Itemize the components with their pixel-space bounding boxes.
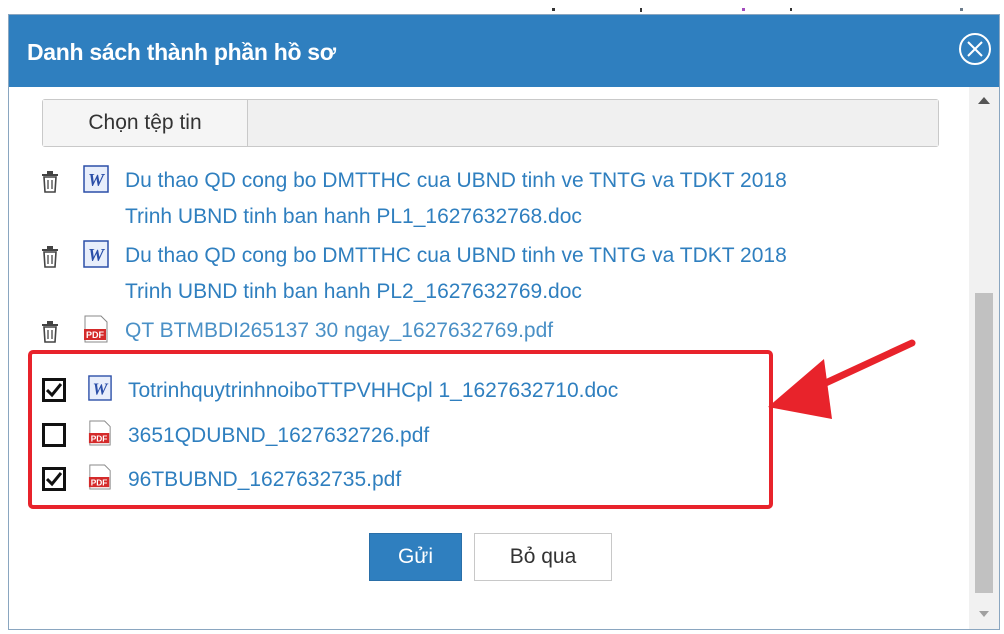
uploaded-file-item: W Du thao QD cong bo DMTTHC cua UBND tin… bbox=[41, 163, 941, 238]
background-page-strip bbox=[0, 0, 1004, 14]
word-icon: W bbox=[83, 240, 109, 268]
dialog-content: Chọn tệp tin W Du thao QD cong bo DMTTHC… bbox=[9, 87, 967, 629]
trash-icon[interactable] bbox=[41, 321, 59, 343]
send-button[interactable]: Gửi bbox=[369, 533, 462, 581]
trash-icon[interactable] bbox=[41, 171, 59, 193]
red-arrow-annotation bbox=[768, 339, 916, 419]
scroll-up-arrow-icon[interactable] bbox=[969, 87, 999, 117]
background-mark bbox=[552, 8, 555, 11]
scrollbar-thumb[interactable] bbox=[975, 293, 993, 593]
pdf-icon: PDF bbox=[84, 315, 108, 343]
file-name-line: QT BTMBDI265137 30 ngay_1627632769.pdf bbox=[125, 319, 554, 342]
word-icon: W bbox=[83, 165, 109, 193]
uploaded-file-item: W Du thao QD cong bo DMTTHC cua UBND tin… bbox=[41, 238, 941, 313]
file-name-line: Trinh UBND tinh ban hanh PL2_1627632769.… bbox=[125, 280, 582, 303]
background-mark bbox=[960, 8, 963, 11]
background-mark bbox=[640, 8, 642, 12]
uploaded-file-link[interactable]: Du thao QD cong bo DMTTHC cua UBND tinh … bbox=[125, 163, 787, 235]
svg-text:PDF: PDF bbox=[86, 330, 105, 340]
file-name-display[interactable] bbox=[248, 100, 938, 146]
highlight-box bbox=[28, 350, 773, 509]
uploaded-file-list: W Du thao QD cong bo DMTTHC cua UBND tin… bbox=[41, 163, 941, 353]
svg-text:W: W bbox=[88, 245, 106, 265]
file-name-line: Du thao QD cong bo DMTTHC cua UBND tinh … bbox=[125, 244, 787, 267]
background-mark bbox=[742, 8, 745, 11]
file-picker: Chọn tệp tin bbox=[42, 99, 939, 147]
uploaded-file-link[interactable]: QT BTMBDI265137 30 ngay_1627632769.pdf bbox=[125, 313, 553, 349]
vertical-scrollbar[interactable] bbox=[969, 87, 999, 629]
dialog-titlebar: Danh sách thành phần hồ sơ bbox=[9, 15, 999, 87]
file-list-dialog: Danh sách thành phần hồ sơ Chọn tệp tin bbox=[8, 14, 1000, 630]
close-circle-icon bbox=[959, 33, 991, 65]
trash-icon[interactable] bbox=[41, 246, 59, 268]
background-mark bbox=[790, 8, 792, 11]
file-name-line: Trinh UBND tinh ban hanh PL1_1627632768.… bbox=[125, 205, 582, 228]
scroll-down-arrow-icon[interactable] bbox=[969, 599, 999, 629]
svg-text:W: W bbox=[88, 170, 106, 190]
dialog-title: Danh sách thành phần hồ sơ bbox=[27, 39, 336, 65]
uploaded-file-link[interactable]: Du thao QD cong bo DMTTHC cua UBND tinh … bbox=[125, 238, 787, 310]
file-name-line: Du thao QD cong bo DMTTHC cua UBND tinh … bbox=[125, 169, 787, 192]
close-button[interactable] bbox=[955, 29, 995, 69]
skip-button[interactable]: Bỏ qua bbox=[474, 533, 612, 581]
choose-file-button[interactable]: Chọn tệp tin bbox=[43, 100, 248, 146]
